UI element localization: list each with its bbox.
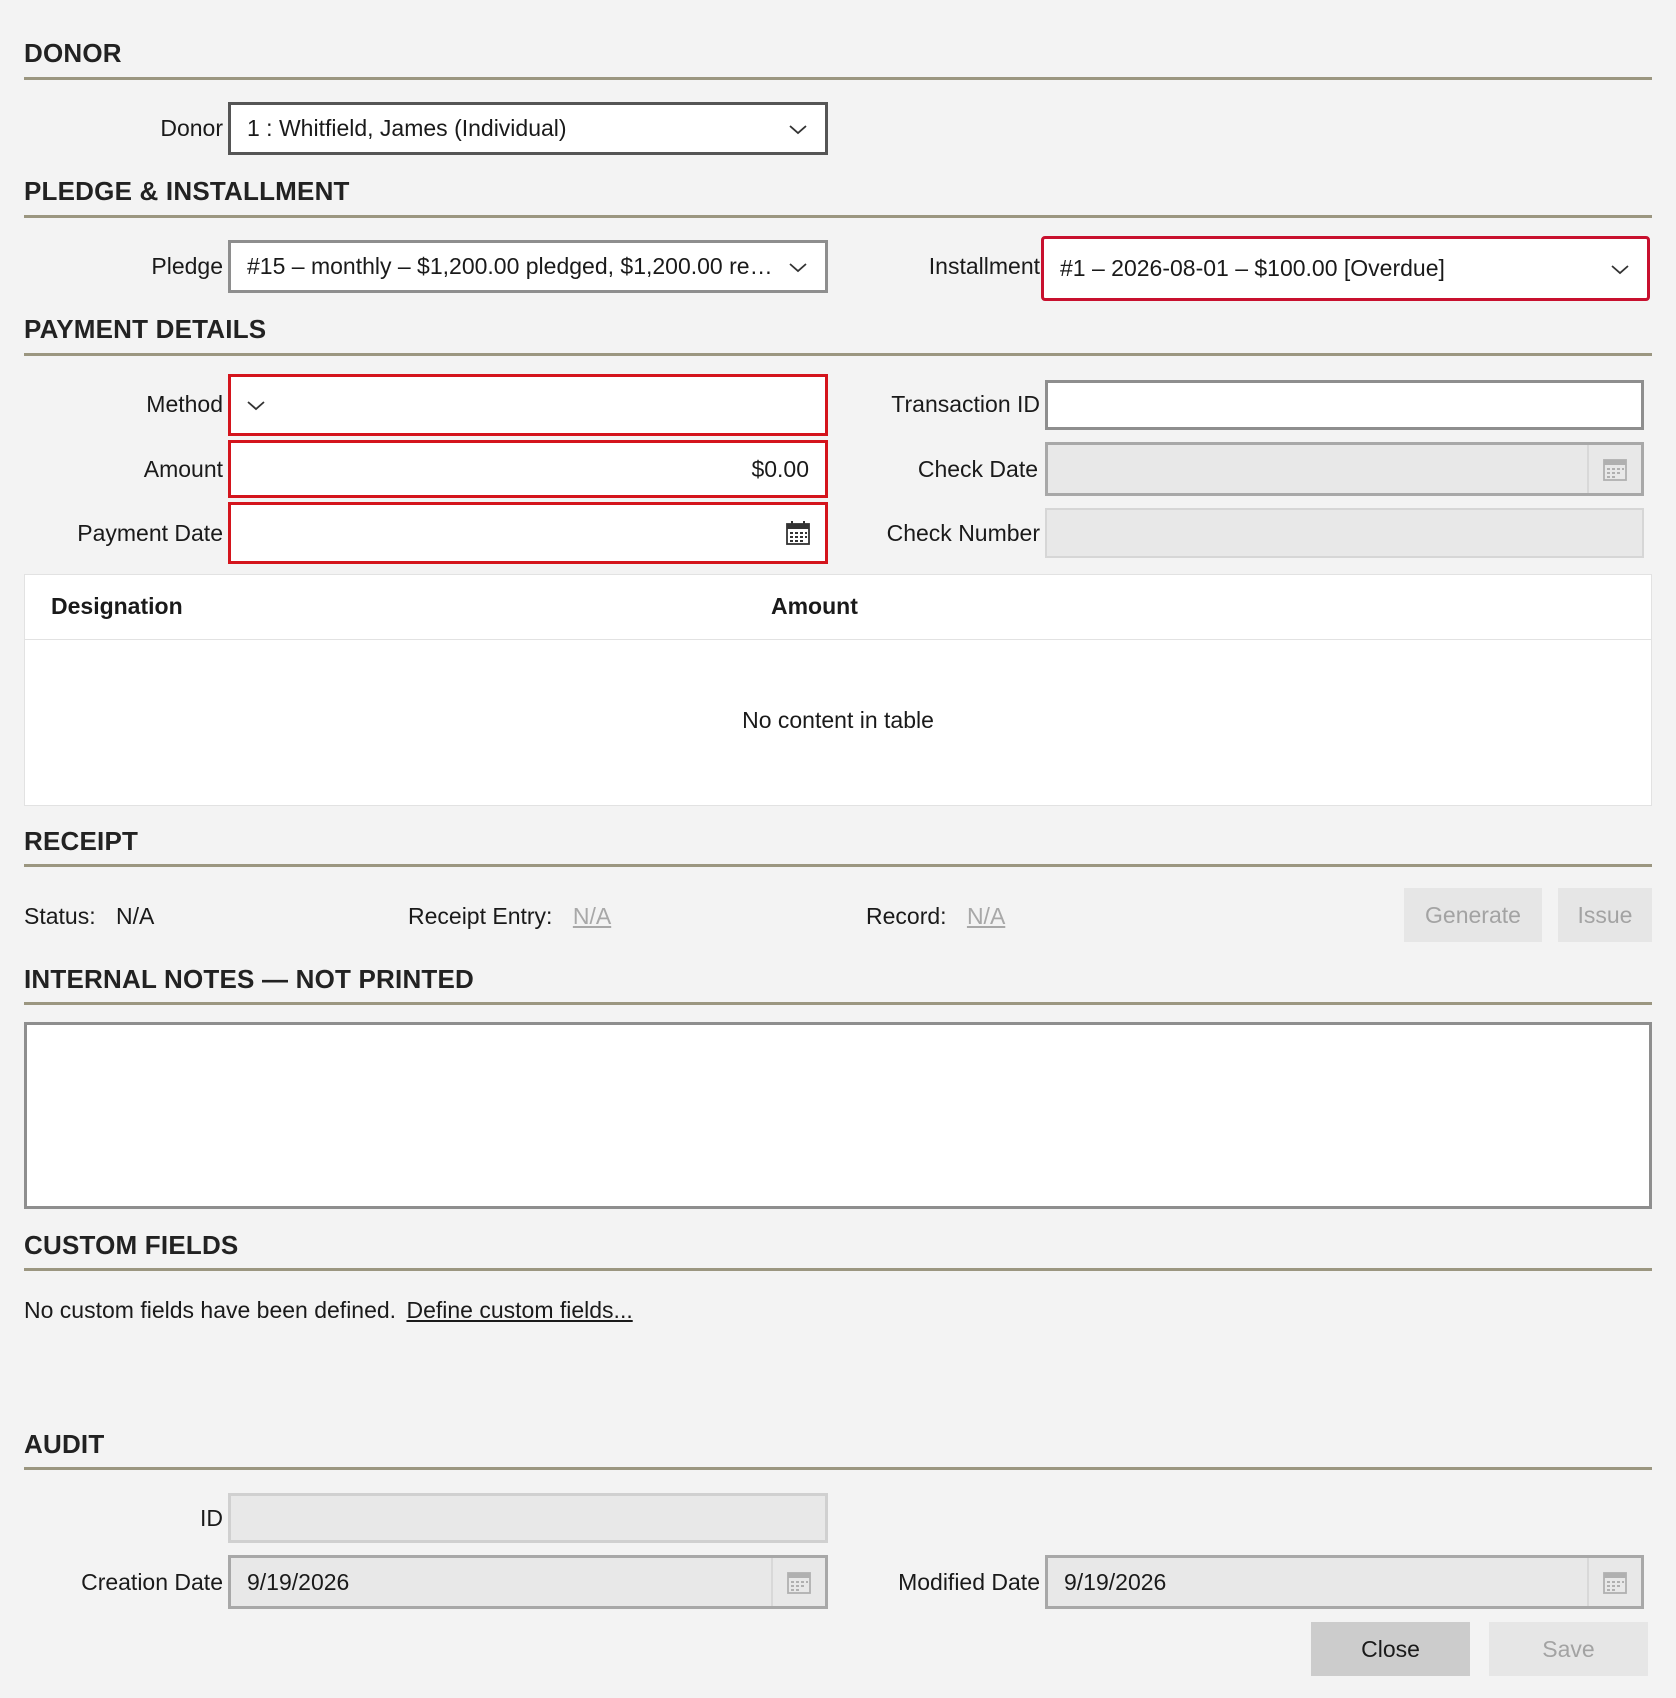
receipt-entry-label: Receipt Entry: — [408, 903, 553, 929]
donor-select[interactable]: 1 : Whitfield, James (Individual) — [228, 102, 828, 155]
pledge-label: Pledge — [151, 253, 223, 279]
creation-date-label: Creation Date — [81, 1569, 223, 1595]
chevron-down-icon — [1611, 264, 1629, 274]
custom-fields-message: No custom fields have been defined. Defi… — [24, 1297, 633, 1324]
installment-select-value: #1 – 2026-08-01 – $100.00 [Overdue] — [1060, 255, 1445, 281]
check-date-input[interactable] — [1045, 442, 1644, 496]
chevron-down-icon — [789, 124, 807, 134]
method-select[interactable] — [228, 374, 828, 436]
section-title-receipt: RECEIPT — [24, 826, 139, 856]
section-divider — [24, 1268, 1652, 1271]
chevron-down-icon — [247, 401, 265, 411]
section-title-audit: AUDIT — [24, 1429, 105, 1459]
receipt-status-value: N/A — [116, 903, 155, 929]
calendar-icon[interactable] — [1587, 1558, 1641, 1606]
save-button[interactable]: Save — [1489, 1622, 1648, 1676]
amount-label: Amount — [143, 456, 223, 482]
check-number-input[interactable] — [1045, 508, 1644, 558]
check-date-label: Check Date — [917, 456, 1038, 482]
section-title-payment: PAYMENT DETAILS — [24, 314, 267, 344]
pledge-select-value: #15 – monthly – $1,200.00 pledged, $1,20… — [247, 253, 787, 279]
modified-date-value: 9/19/2026 — [1064, 1568, 1167, 1595]
receipt-status: Status: N/A — [24, 903, 154, 930]
section-title-pledge: PLEDGE & INSTALLMENT — [24, 176, 350, 206]
section-divider — [24, 1002, 1652, 1005]
creation-date-input[interactable]: 9/19/2026 — [228, 1555, 828, 1609]
id-label: ID — [200, 1505, 223, 1531]
pledge-select[interactable]: #15 – monthly – $1,200.00 pledged, $1,20… — [228, 240, 828, 293]
creation-date-value: 9/19/2026 — [247, 1568, 350, 1595]
section-divider — [24, 215, 1652, 218]
modified-date-label: Modified Date — [898, 1569, 1040, 1595]
issue-button[interactable]: Issue — [1558, 888, 1652, 942]
receipt-record-label: Record: — [866, 903, 947, 929]
receipt-record: Record: N/A — [866, 903, 1005, 930]
receipt-status-label: Status: — [24, 903, 96, 929]
define-custom-fields-link[interactable]: Define custom fields... — [406, 1297, 632, 1323]
installment-label: Installment — [928, 253, 1040, 279]
column-header-amount[interactable]: Amount — [771, 593, 858, 620]
id-input[interactable] — [228, 1493, 828, 1543]
transaction-id-label: Transaction ID — [891, 391, 1040, 417]
section-divider — [24, 1467, 1652, 1470]
receipt-record-link[interactable]: N/A — [967, 903, 1005, 929]
internal-notes-textarea[interactable] — [24, 1022, 1652, 1209]
calendar-icon[interactable] — [771, 1558, 825, 1606]
section-title-custom: CUSTOM FIELDS — [24, 1230, 239, 1260]
check-number-label: Check Number — [886, 520, 1040, 546]
table-empty-message: No content in table — [742, 707, 934, 733]
amount-input-value: $0.00 — [751, 455, 809, 482]
custom-fields-text: No custom fields have been defined. — [24, 1297, 397, 1323]
section-divider — [24, 353, 1652, 356]
method-label: Method — [146, 391, 223, 417]
amount-input[interactable]: $0.00 — [228, 440, 828, 498]
receipt-entry-link[interactable]: N/A — [573, 903, 611, 929]
section-title-notes: INTERNAL NOTES — NOT PRINTED — [24, 964, 475, 994]
calendar-icon[interactable] — [1587, 445, 1641, 493]
designation-table: Designation Amount No content in table — [24, 574, 1652, 806]
calendar-icon[interactable] — [771, 505, 825, 561]
payment-date-label: Payment Date — [77, 520, 223, 546]
chevron-down-icon — [789, 262, 807, 272]
table-header: Designation Amount — [25, 575, 1651, 640]
column-header-designation[interactable]: Designation — [51, 593, 183, 620]
donor-label: Donor — [160, 115, 223, 141]
modified-date-input[interactable]: 9/19/2026 — [1045, 1555, 1644, 1609]
section-divider — [24, 864, 1652, 867]
payment-date-input[interactable] — [228, 502, 828, 564]
transaction-id-input[interactable] — [1045, 380, 1644, 430]
receipt-entry: Receipt Entry: N/A — [408, 903, 611, 930]
donor-select-value: 1 : Whitfield, James (Individual) — [247, 115, 567, 141]
section-title-donor: DONOR — [24, 38, 122, 68]
close-button[interactable]: Close — [1311, 1622, 1470, 1676]
section-divider — [24, 77, 1652, 80]
installment-select[interactable]: #1 – 2026-08-01 – $100.00 [Overdue] — [1041, 236, 1650, 301]
generate-button[interactable]: Generate — [1404, 888, 1542, 942]
